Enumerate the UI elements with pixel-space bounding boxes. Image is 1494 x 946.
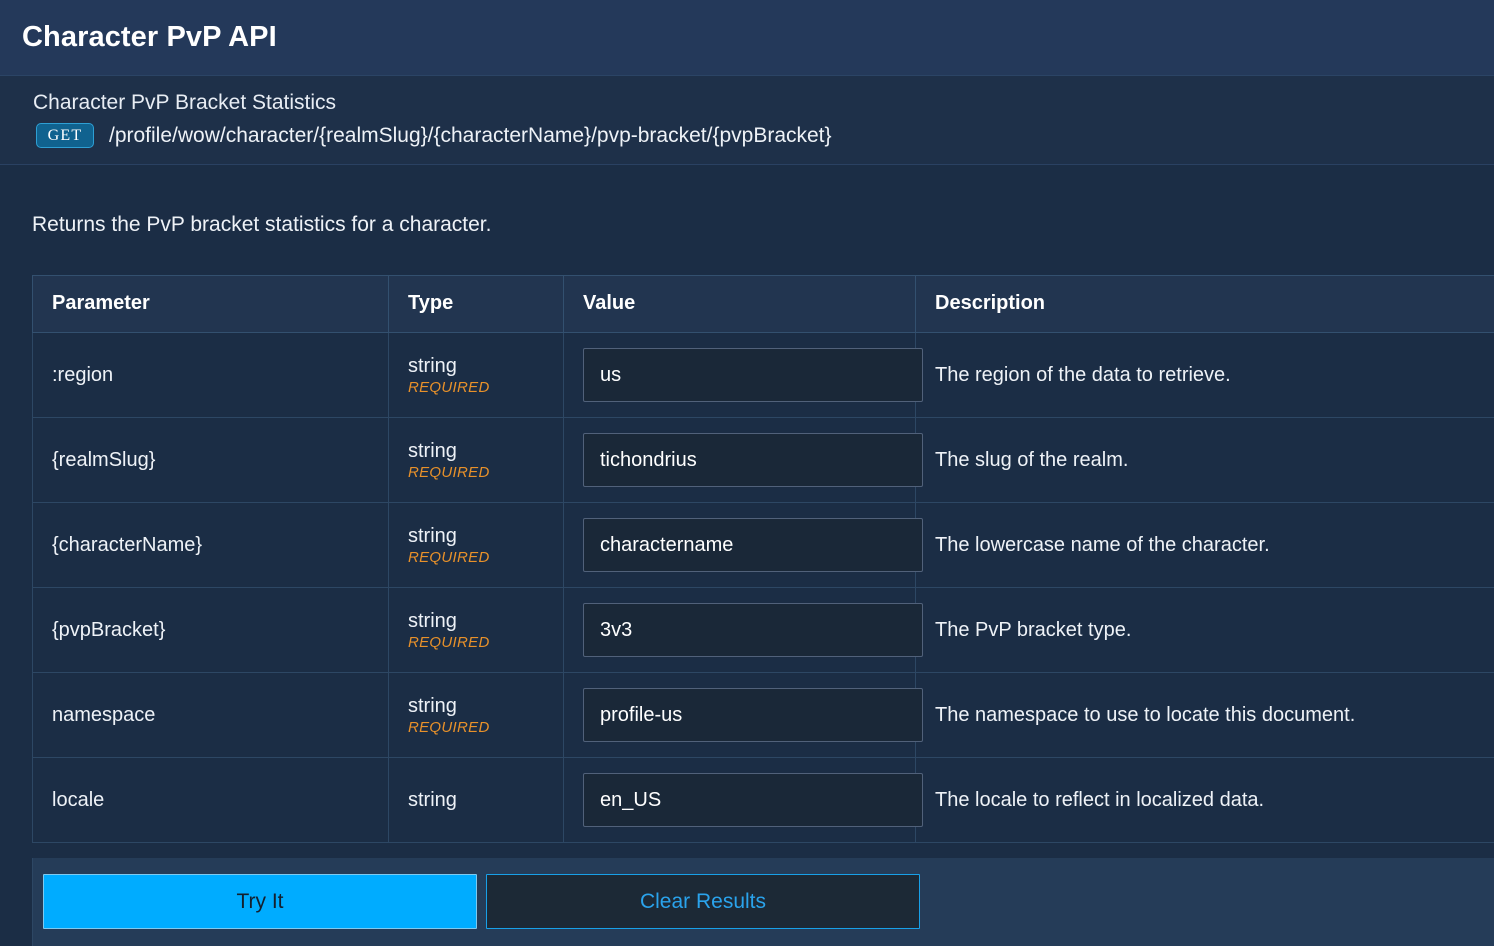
- parameters-table: Parameter Type Value Description :region…: [32, 275, 1494, 844]
- endpoint-signature: GET /profile/wow/character/{realmSlug}/{…: [33, 123, 1494, 149]
- type-cell: string REQUIRED: [388, 332, 564, 419]
- table-row: {realmSlug} stringREQUIRED The slug of the…: [32, 417, 1494, 504]
- value-cell: [563, 757, 923, 844]
- parameter-cell: {realmSlug}: [32, 417, 389, 504]
- value-cell: [563, 587, 923, 674]
- endpoint-title: Character PvP Bracket Statistics: [33, 91, 337, 114]
- parameter-name: namespace: [52, 703, 156, 726]
- parameter-cell: {characterName}: [32, 502, 389, 589]
- value-input-realmSlug[interactable]: [583, 433, 923, 488]
- parameter-name: {realmSlug}: [52, 448, 156, 471]
- parameter-cell: locale: [32, 757, 389, 844]
- description-cell: The PvP bracket type.: [915, 587, 1494, 674]
- column-header-value: Value: [563, 275, 916, 334]
- value-cell: [563, 502, 923, 589]
- parameter-cell: {pvpBracket}: [32, 587, 389, 674]
- required-badge: REQUIRED: [408, 548, 490, 566]
- table-row: {pvpBracket} stringREQUIRED The PvP bracke…: [32, 587, 1494, 674]
- description-cell: The namespace to use to locate this docu…: [915, 672, 1494, 759]
- value-input-locale[interactable]: [583, 773, 923, 828]
- description-text: The slug of the realm.: [935, 448, 1129, 471]
- parameter-name: :region: [52, 363, 114, 386]
- value-input-namespace[interactable]: [583, 688, 923, 743]
- column-header-type: Type: [388, 275, 564, 334]
- table-row: namespace stringREQUIRED The namespace to …: [32, 672, 1494, 759]
- title-bar: Character PvP API: [0, 0, 1494, 76]
- value-cell: [563, 672, 923, 759]
- type-name: string: [408, 789, 457, 812]
- required-badge: REQUIRED: [408, 463, 490, 481]
- value-cell: [563, 417, 923, 504]
- description-cell: The lowercase name of the character.: [915, 502, 1494, 589]
- type-cell: string REQUIRED: [388, 502, 564, 589]
- description-text: The PvP bracket type.: [935, 618, 1132, 641]
- try-it-button[interactable]: Try It: [43, 874, 477, 929]
- description-text: The lowercase name of the character.: [935, 533, 1270, 556]
- content-area: Returns the PvP bracket statistics for a…: [0, 165, 1494, 844]
- description-cell: The locale to reflect in localized data.: [915, 757, 1494, 844]
- required-badge: REQUIRED: [408, 718, 490, 736]
- table-header: Parameter Type Value Description: [32, 275, 1494, 334]
- table-body: :regionstringREQUIREDThe region of the d…: [32, 332, 1494, 844]
- endpoint-description: Returns the PvP bracket statistics for a…: [32, 213, 492, 237]
- parameter-name: {characterName}: [52, 533, 203, 556]
- table-header-row: Parameter Type Value Description: [32, 275, 1494, 334]
- column-header-parameter: Parameter: [32, 275, 389, 334]
- description-cell: The region of the data to retrieve.: [915, 332, 1494, 419]
- action-bar: Try It Clear Results: [32, 858, 1494, 946]
- type-name: string: [408, 609, 457, 632]
- parameter-name: locale: [52, 788, 105, 811]
- endpoint-summary: Character PvP Bracket Statistics GET /pr…: [0, 76, 1494, 166]
- required-badge: REQUIRED: [408, 378, 490, 396]
- value-cell: [563, 332, 923, 419]
- table-row: locale string The locale to reflect in loc…: [32, 757, 1494, 844]
- description-cell: The slug of the realm.: [915, 417, 1494, 504]
- type-name: string: [408, 524, 457, 547]
- value-input-pvpBracket[interactable]: [583, 603, 923, 658]
- column-header-description: Description: [915, 275, 1494, 334]
- value-input-region[interactable]: [583, 348, 923, 403]
- type-name: string: [408, 694, 457, 717]
- required-badge: REQUIRED: [408, 633, 490, 651]
- parameter-name: {pvpBracket}: [52, 618, 166, 641]
- api-explorer-page: Character PvP API Character PvP Bracket …: [0, 0, 1494, 946]
- description-text: The namespace to use to locate this docu…: [935, 703, 1356, 726]
- value-input-characterName[interactable]: [583, 518, 923, 573]
- endpoint-path: /profile/wow/character/{realmSlug}/{char…: [109, 123, 832, 147]
- type-name: string: [408, 354, 457, 377]
- type-name: string: [408, 439, 457, 462]
- description-text: The region of the data to retrieve.: [935, 363, 1231, 386]
- parameter-cell: namespace: [32, 672, 389, 759]
- parameter-cell: :region: [32, 332, 389, 419]
- type-cell: string REQUIRED: [388, 587, 564, 674]
- parameters-table-wrapper: Parameter Type Value Description :region…: [0, 275, 1494, 844]
- type-cell: string REQUIRED: [388, 672, 564, 759]
- description-text: The locale to reflect in localized data.: [935, 788, 1265, 811]
- page-title: Character PvP API: [22, 21, 277, 53]
- table-row: {characterName} stringREQUIRED The lowerca…: [32, 502, 1494, 589]
- http-method-badge: GET: [36, 123, 94, 149]
- type-cell: string REQUIRED: [388, 417, 564, 504]
- type-cell: string: [388, 757, 564, 844]
- table-row: :region stringREQUIRED The region of the d…: [32, 332, 1494, 419]
- clear-results-button[interactable]: Clear Results: [486, 874, 920, 929]
